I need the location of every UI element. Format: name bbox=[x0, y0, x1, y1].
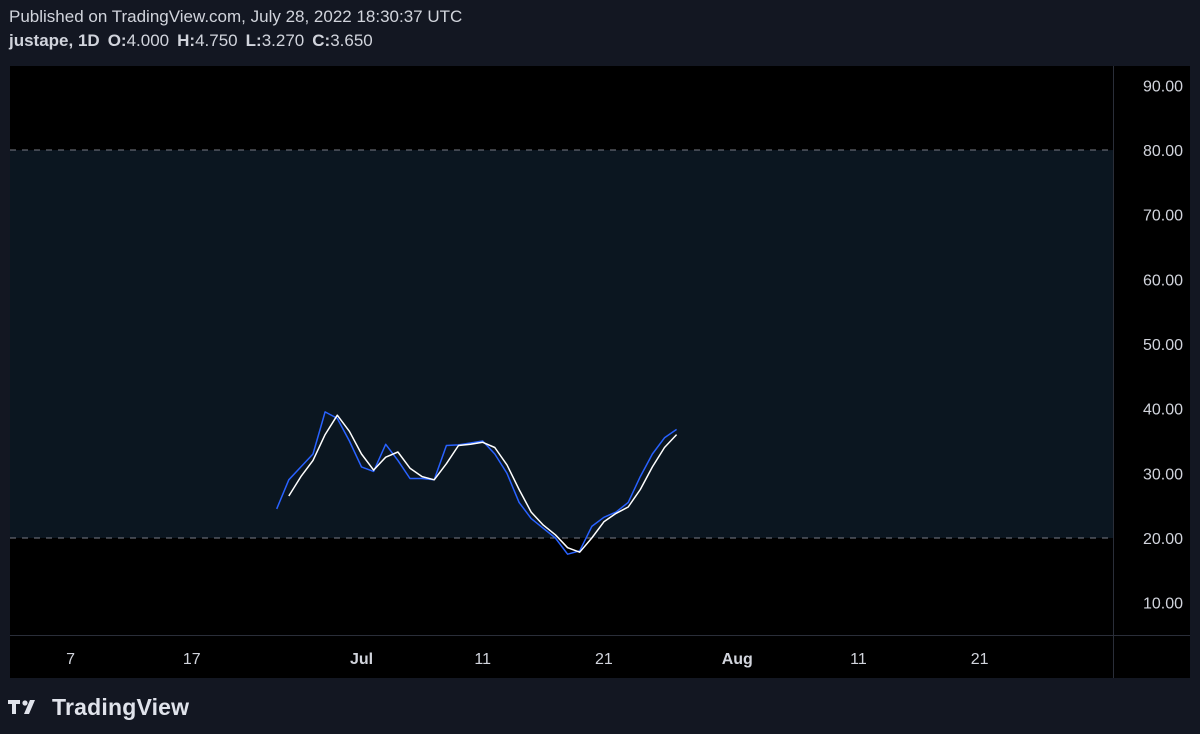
x-tick-label: 17 bbox=[183, 651, 201, 668]
overbought-oversold-band bbox=[10, 150, 1113, 539]
y-tick-label: 80.00 bbox=[1143, 143, 1183, 160]
x-tick-label: Aug bbox=[722, 651, 753, 668]
y-tick-label: 30.00 bbox=[1143, 466, 1183, 483]
y-tick-label: 10.00 bbox=[1143, 596, 1183, 613]
close-value: 3.650 bbox=[330, 31, 373, 50]
y-tick-label: 40.00 bbox=[1143, 402, 1183, 419]
y-tick-label: 20.00 bbox=[1143, 531, 1183, 548]
low-value: 3.270 bbox=[261, 31, 305, 50]
open-label: O: bbox=[107, 31, 127, 50]
low-label: L: bbox=[245, 31, 262, 50]
x-tick-label: 11 bbox=[850, 651, 867, 668]
tradingview-brand[interactable]: TradingView bbox=[52, 694, 189, 721]
high-label: H: bbox=[177, 31, 196, 50]
symbol-legend: justape, 1D O:4.000 H:4.750 L:3.270 C:3.650 bbox=[9, 30, 462, 52]
x-tick-label: 11 bbox=[474, 651, 491, 668]
chart-svg[interactable]: 10.00 20.00 30.00 40.00 50.00 60.00 70.00 80.00… bbox=[10, 66, 1190, 678]
y-tick-label: 70.00 bbox=[1143, 208, 1183, 225]
tradingview-logo-icon[interactable] bbox=[8, 698, 44, 716]
chart-pane[interactable]: 10.00 20.00 30.00 40.00 50.00 60.00 70.00 80.00… bbox=[10, 66, 1190, 678]
x-tick-label: Jul bbox=[350, 651, 373, 668]
footer: TradingView bbox=[8, 692, 189, 722]
close-label: C: bbox=[312, 31, 331, 50]
x-tick-label: 21 bbox=[971, 651, 989, 668]
high-value: 4.750 bbox=[195, 31, 238, 50]
y-tick-label: 50.00 bbox=[1143, 337, 1183, 354]
open-value: 4.000 bbox=[126, 31, 170, 50]
x-tick-label: 21 bbox=[595, 651, 613, 668]
y-tick-label: 90.00 bbox=[1143, 78, 1183, 95]
y-tick-label: 60.00 bbox=[1143, 272, 1183, 289]
x-tick-label: 7 bbox=[66, 651, 75, 668]
chart-header: Published on TradingView.com, July 28, 2… bbox=[9, 6, 462, 52]
symbol-name[interactable]: justape, 1D bbox=[9, 31, 100, 50]
published-line: Published on TradingView.com, July 28, 2… bbox=[9, 7, 463, 26]
